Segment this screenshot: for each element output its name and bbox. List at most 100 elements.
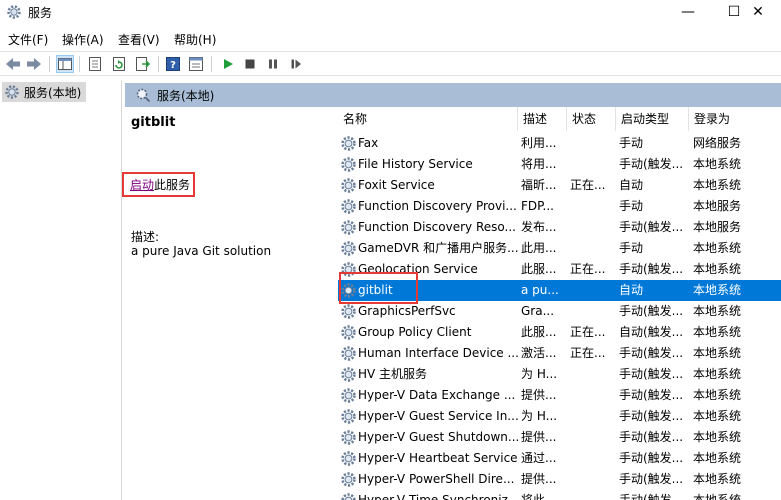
service-name-cell: GraphicsPerfSvc (358, 304, 456, 318)
service-name-cell: Hyper-V Guest Service In... (358, 409, 518, 423)
services-pane: 服务(本地) gitblit 启动此服务 描述: a pure Java Git… (122, 83, 781, 500)
service-description-cell: 激活... (521, 346, 557, 360)
table-row[interactable]: Foxit Service 福昕... 正在... 自动 本地系统 (338, 175, 781, 196)
menu-view[interactable]: 查看(V) (118, 31, 160, 48)
table-row[interactable]: Hyper-V Guest Service In... 为 H... 手动(触发..… (338, 406, 781, 427)
table-row[interactable]: Geolocation Service 此服... 正在... 手动(触发... 本地系… (338, 259, 781, 280)
refresh-icon[interactable] (110, 55, 128, 73)
service-name-cell: Hyper-V Guest Shutdown... (358, 430, 518, 444)
service-log-on-as-cell: 本地系统 (693, 262, 742, 276)
service-name-cell: Human Interface Device ... (358, 346, 518, 360)
properties-icon[interactable] (86, 55, 104, 73)
tree-node-services-local[interactable]: 服务(本地) (2, 82, 86, 102)
table-row[interactable]: Human Interface Device ... 激活... 正在... 手动(触… (338, 343, 781, 364)
service-gear-icon (340, 471, 357, 488)
service-startup-type-cell: 手动(触发... (619, 430, 684, 444)
table-row[interactable]: GraphicsPerfSvc Gra... 手动(触发... 本地系统 (338, 301, 781, 322)
start-service-icon[interactable] (219, 55, 237, 73)
column-header-startup-type[interactable]: 启动类型 (616, 107, 689, 131)
service-description-cell: 发布... (521, 220, 557, 234)
service-status-cell (570, 301, 616, 322)
service-log-on-as-cell: 本地系统 (693, 241, 742, 255)
services-table: ^ 名称 描述 状态 启动类型 登录为 Fax 利用... 手动 网络服务 File H… (338, 107, 781, 500)
service-description-cell: Gra... (521, 304, 555, 318)
service-log-on-as-cell: 本地服务 (693, 199, 742, 213)
menu-help[interactable]: 帮助(H) (174, 31, 216, 48)
column-header-log-on-as[interactable]: 登录为 (689, 107, 781, 131)
menu-file[interactable]: 文件(F) (8, 31, 48, 48)
table-row[interactable]: Hyper-V Guest Shutdown... 提供... 手动(触发... 本地… (338, 427, 781, 448)
service-status-cell: 正在... (570, 325, 606, 339)
service-gear-icon (340, 324, 357, 341)
service-description-cell: 将此... (521, 493, 557, 500)
stop-service-icon[interactable] (241, 55, 259, 73)
service-startup-type-cell: 手动 (619, 241, 644, 255)
export-list-icon[interactable] (134, 55, 152, 73)
table-row[interactable]: Hyper-V Data Exchange ... 提供... 手动(触发... 本地… (338, 385, 781, 406)
service-status-cell: 正在... (570, 346, 606, 360)
selected-service-name: gitblit (131, 115, 176, 130)
service-gear-icon (340, 177, 357, 194)
service-gear-icon (340, 156, 357, 173)
table-row[interactable]: HV 主机服务 为 H... 手动(触发... 本地系统 (338, 364, 781, 385)
table-row[interactable]: Group Policy Client 此服... 正在... 自动(触发... 本地系… (338, 322, 781, 343)
service-description-cell: 为 H... (521, 409, 558, 423)
service-startup-type-cell: 自动 (619, 178, 644, 192)
description-label: 描述: (131, 230, 160, 244)
service-status-cell (570, 280, 616, 301)
service-description-cell: 通过... (521, 451, 557, 465)
table-row[interactable]: GameDVR 和广播用户服务... 此用... 手动 本地系统 (338, 238, 781, 259)
pause-service-icon[interactable] (264, 55, 282, 73)
help-icon[interactable]: ? (164, 55, 182, 73)
services-window: 服务 — ☐ ✕ 文件(F) 操作(A) 查看(V) 帮助(H) ? 服务(本地… (0, 0, 781, 500)
column-header-description[interactable]: 描述 (518, 107, 567, 131)
column-header-status[interactable]: 状态 (567, 107, 616, 131)
service-status-cell (570, 385, 616, 406)
service-log-on-as-cell: 本地系统 (693, 409, 742, 423)
service-startup-type-cell: 手动(触发... (619, 409, 684, 423)
service-gear-icon (340, 240, 357, 257)
service-startup-type-cell: 手动(触发... (619, 451, 684, 465)
view-icon[interactable] (187, 55, 205, 73)
table-row[interactable]: Fax 利用... 手动 网络服务 (338, 133, 781, 154)
service-startup-type-cell: 手动 (619, 199, 644, 213)
menu-action[interactable]: 操作(A) (62, 31, 104, 48)
back-icon[interactable] (4, 55, 22, 73)
service-name-cell: Function Discovery Reso... (358, 220, 516, 234)
service-description-cell: 将用... (521, 157, 557, 171)
table-row[interactable]: File History Service 将用... 手动(触发... 本地系统 (338, 154, 781, 175)
toolbar: ? (0, 51, 781, 76)
service-log-on-as-cell: 本地系统 (693, 388, 742, 402)
service-startup-type-cell: 手动 (619, 136, 644, 150)
forward-icon[interactable] (25, 55, 43, 73)
service-gear-icon (340, 408, 357, 425)
start-service-link[interactable]: 启动 (130, 178, 154, 192)
service-detail-panel: gitblit 启动此服务 描述: a pure Java Git soluti… (122, 107, 331, 500)
column-header-name[interactable]: 名称 (338, 107, 518, 131)
services-gear-icon (4, 84, 20, 100)
service-log-on-as-cell: 本地系统 (693, 346, 742, 360)
close-button[interactable]: ✕ (735, 0, 781, 26)
service-status-cell (570, 469, 616, 490)
service-log-on-as-cell: 本地系统 (693, 178, 742, 192)
title-bar: 服务 — ☐ ✕ (0, 0, 781, 26)
table-row[interactable]: Function Discovery Provi... FDP... 手动 本地服务 (338, 196, 781, 217)
table-row[interactable]: Hyper-V Heartbeat Service 通过... 手动(触发... 本地… (338, 448, 781, 469)
service-name-cell: File History Service (358, 157, 473, 171)
menu-bar: 文件(F) 操作(A) 查看(V) 帮助(H) (0, 28, 781, 48)
service-status-cell (570, 196, 616, 217)
service-description-cell: 福昕... (521, 178, 557, 192)
table-row[interactable]: gitblit a pu... 自动 本地系统 (338, 280, 781, 301)
table-row[interactable]: Function Discovery Reso... 发布... 手动(触发... 本… (338, 217, 781, 238)
service-gear-icon (340, 135, 357, 152)
service-description-cell: FDP... (521, 199, 554, 213)
minimize-button[interactable]: — (665, 0, 711, 26)
service-description-cell: 提供... (521, 388, 557, 402)
services-gear-icon (6, 4, 22, 20)
table-row[interactable]: Hyper-V PowerShell Dire... 提供... 手动(触发... 本… (338, 469, 781, 490)
toolbar-separator (211, 56, 212, 72)
window-title: 服务 (28, 6, 53, 20)
show-hide-tree-icon[interactable] (56, 55, 74, 73)
table-row[interactable]: Hyper-V Time Synchroniz... 将此... 手动(触发... 本… (338, 490, 781, 500)
resume-service-icon[interactable] (287, 55, 305, 73)
